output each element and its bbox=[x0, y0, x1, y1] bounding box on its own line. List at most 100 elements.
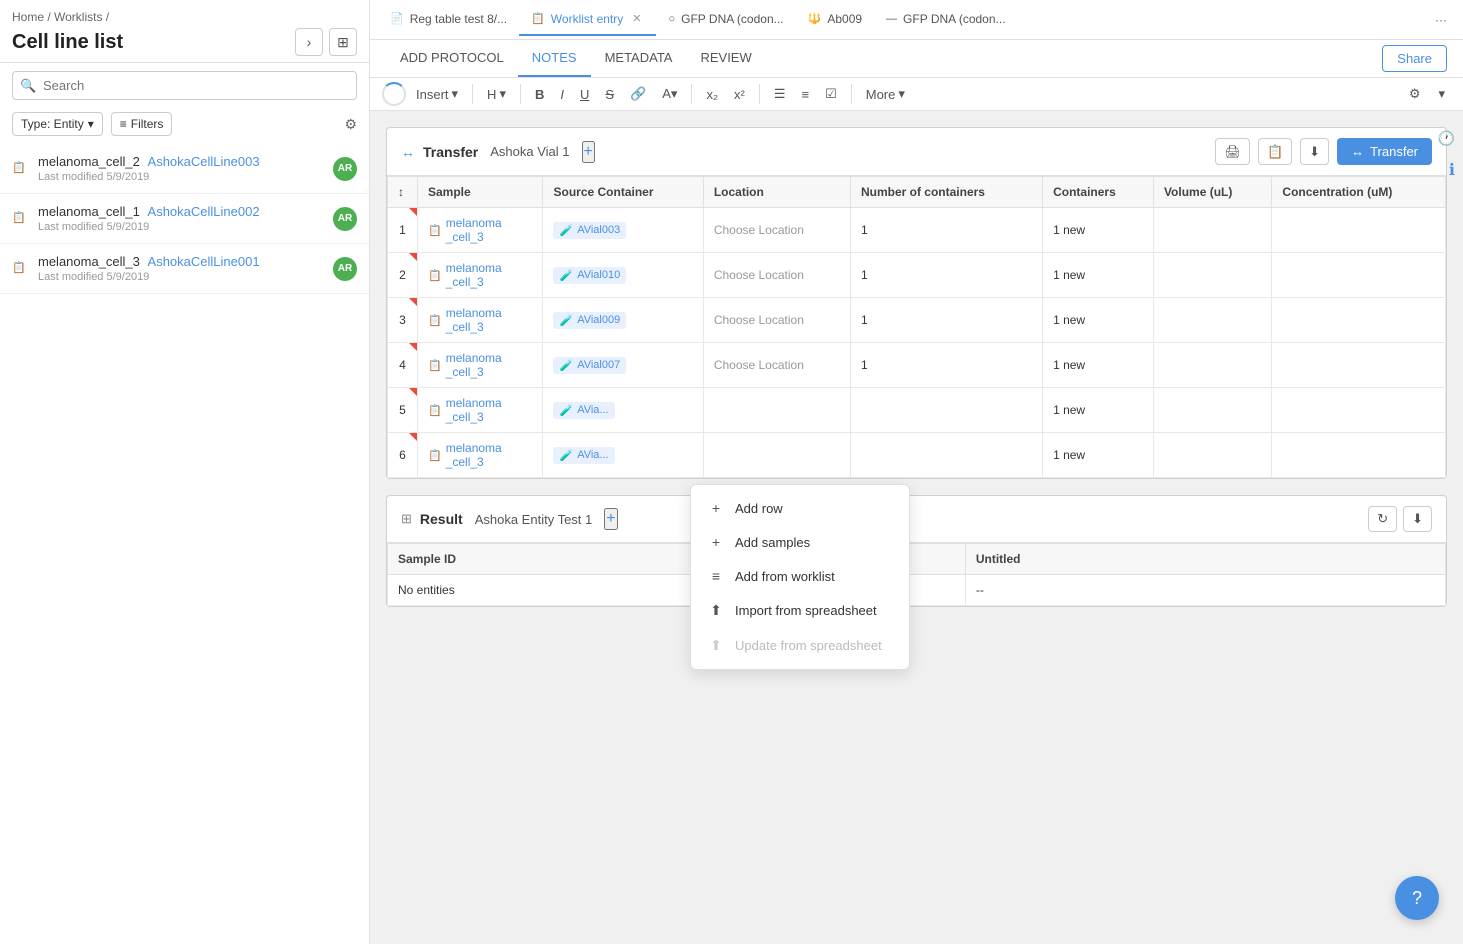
location-cell[interactable]: Choose Location bbox=[703, 208, 850, 253]
font-color-button[interactable]: A▾ bbox=[656, 82, 683, 106]
divider bbox=[691, 84, 692, 104]
sample-link[interactable]: 📋 melanoma_cell_3 bbox=[428, 306, 532, 334]
add-samples-item[interactable]: + Add samples bbox=[691, 525, 909, 559]
transfer-action-button[interactable]: ↔ Transfer bbox=[1337, 138, 1432, 165]
grid-view-icon[interactable]: ⊞ bbox=[329, 28, 357, 56]
col-concentration: Concentration (uM) bbox=[1272, 177, 1446, 208]
table-row: 2 📋 melanoma_cell_3 🧪 AVial010 bbox=[388, 253, 1446, 298]
row-number: 3 bbox=[388, 298, 418, 343]
list-item[interactable]: 📋 melanoma_cell_1 AshokaCellLine002 Last… bbox=[0, 194, 369, 244]
tab-notes[interactable]: NOTES bbox=[518, 40, 591, 77]
table-row: No entities -- bbox=[388, 575, 1446, 606]
avatar: AR bbox=[333, 157, 357, 181]
tab-ab009[interactable]: 🔱 Ab009 bbox=[796, 4, 874, 36]
add-row-item[interactable]: + Add row bbox=[691, 491, 909, 525]
location-cell[interactable] bbox=[703, 433, 850, 478]
more-tabs-button[interactable]: ··· bbox=[1427, 9, 1455, 31]
concentration-cell bbox=[1272, 253, 1446, 298]
subscript-button[interactable]: x₂ bbox=[700, 83, 724, 106]
tab-gfp-dna-1[interactable]: ○ GFP DNA (codon... bbox=[656, 4, 795, 36]
list-item[interactable]: 📋 melanoma_cell_2 AshokaCellLine003 Last… bbox=[0, 144, 369, 194]
refresh-button[interactable]: ↻ bbox=[1368, 506, 1397, 532]
result-actions: ↻ ⬇ bbox=[1368, 506, 1432, 532]
clock-icon[interactable]: 🕐 bbox=[1438, 130, 1455, 147]
checklist-button[interactable]: ☑ bbox=[819, 82, 843, 106]
italic-button[interactable]: I bbox=[554, 83, 570, 106]
type-filter-button[interactable]: Type: Entity ▾ bbox=[12, 112, 103, 136]
tab-gfp-dna-2[interactable]: — GFP DNA (codon... bbox=[874, 4, 1018, 36]
volume-cell bbox=[1153, 343, 1271, 388]
share-button[interactable]: Share bbox=[1382, 45, 1447, 72]
location-cell[interactable] bbox=[703, 388, 850, 433]
heading-button[interactable]: H ▾ bbox=[481, 82, 512, 106]
insert-button[interactable]: Insert ▾ bbox=[410, 82, 464, 106]
result-download-button[interactable]: ⬇ bbox=[1403, 506, 1432, 532]
sample-link[interactable]: 📋 melanoma_cell_3 bbox=[428, 396, 532, 424]
vial-icon: 🧪 bbox=[559, 359, 573, 372]
source-tag[interactable]: 🧪 AVia... bbox=[553, 447, 614, 464]
num-containers-cell: 1 bbox=[850, 343, 1042, 388]
sample-link[interactable]: 📋 melanoma_cell_3 bbox=[428, 261, 532, 289]
superscript-button[interactable]: x² bbox=[728, 83, 751, 106]
location-cell[interactable]: Choose Location bbox=[703, 253, 850, 298]
tab-worklist-entry[interactable]: 📋 Worklist entry ✕ bbox=[519, 3, 656, 36]
location-cell[interactable]: Choose Location bbox=[703, 343, 850, 388]
link-button[interactable]: 🔗 bbox=[624, 82, 652, 106]
untitled-cell: -- bbox=[965, 575, 1445, 606]
location-cell[interactable]: Choose Location bbox=[703, 298, 850, 343]
sample-icon: 📋 bbox=[428, 359, 442, 372]
avatar: AR bbox=[333, 257, 357, 281]
containers-cell: 1 new bbox=[1043, 298, 1154, 343]
entity-info: melanoma_cell_2 AshokaCellLine003 Last m… bbox=[38, 154, 333, 183]
divider bbox=[520, 84, 521, 104]
add-from-worklist-item[interactable]: ≡ Add from worklist bbox=[691, 559, 909, 593]
divider bbox=[759, 84, 760, 104]
source-tag[interactable]: 🧪 AVial010 bbox=[553, 267, 626, 284]
update-spreadsheet-item: ⬆ Update from spreadsheet bbox=[691, 628, 909, 663]
tab-metadata[interactable]: METADATA bbox=[591, 40, 687, 77]
vial-icon: 🧪 bbox=[559, 224, 573, 237]
transfer-actions: 🖨 📋 ⬇ ↔ Transfer bbox=[1215, 138, 1432, 165]
sample-link[interactable]: 📋 melanoma_cell_3 bbox=[428, 441, 532, 469]
bold-button[interactable]: B bbox=[529, 83, 550, 106]
settings-filter-icon[interactable]: ⚙ bbox=[344, 116, 357, 133]
sample-link[interactable]: 📋 melanoma_cell_3 bbox=[428, 351, 532, 379]
dropdown-arrow-icon: ▾ bbox=[898, 86, 905, 102]
import-spreadsheet-item[interactable]: ⬆ Import from spreadsheet bbox=[691, 593, 909, 628]
bullet-list-button[interactable]: ☰ bbox=[768, 82, 792, 106]
download-button[interactable]: ⬇ bbox=[1300, 138, 1329, 165]
expand-icon[interactable]: › bbox=[295, 28, 323, 56]
help-fab-button[interactable]: ? bbox=[1395, 876, 1439, 920]
tab-review[interactable]: REVIEW bbox=[686, 40, 765, 77]
list-item[interactable]: 📋 melanoma_cell_3 AshokaCellLine001 Last… bbox=[0, 244, 369, 294]
settings-button[interactable]: ⚙ bbox=[1403, 82, 1427, 106]
print-button[interactable]: 🖨 bbox=[1215, 138, 1250, 165]
tab-add-protocol[interactable]: ADD PROTOCOL bbox=[386, 40, 518, 77]
vial-icon: 🧪 bbox=[559, 314, 573, 327]
result-icon: ⊞ bbox=[401, 511, 412, 527]
source-tag[interactable]: 🧪 AVia... bbox=[553, 402, 614, 419]
source-tag[interactable]: 🧪 AVial009 bbox=[553, 312, 626, 329]
col-source-container: Source Container bbox=[543, 177, 703, 208]
more-button[interactable]: More ▾ bbox=[860, 82, 911, 106]
search-input[interactable] bbox=[12, 71, 357, 100]
settings-more-button[interactable]: ▾ bbox=[1432, 82, 1451, 106]
result-add-button[interactable]: + bbox=[604, 508, 617, 530]
info-icon[interactable]: ℹ bbox=[1449, 160, 1455, 180]
sample-link[interactable]: 📋 melanoma_cell_3 bbox=[428, 216, 532, 244]
copy-button[interactable]: 📋 bbox=[1258, 138, 1292, 165]
entity-list: 📋 melanoma_cell_2 AshokaCellLine003 Last… bbox=[0, 144, 369, 944]
source-tag[interactable]: 🧪 AVial003 bbox=[553, 222, 626, 239]
tab-reg-table[interactable]: 📄 Reg table test 8/... bbox=[378, 4, 519, 36]
ordered-list-button[interactable]: ≡ bbox=[795, 83, 815, 106]
filters-button[interactable]: ≡ Filters bbox=[111, 112, 173, 136]
strikethrough-button[interactable]: S bbox=[599, 83, 620, 106]
source-container-cell: 🧪 AVial009 bbox=[543, 298, 703, 343]
transfer-add-button[interactable]: + bbox=[582, 141, 595, 163]
sample-cell: 📋 melanoma_cell_3 bbox=[418, 433, 543, 478]
source-tag[interactable]: 🧪 AVial007 bbox=[553, 357, 626, 374]
containers-cell: 1 new bbox=[1043, 388, 1154, 433]
underline-button[interactable]: U bbox=[574, 83, 595, 106]
sample-icon: 📋 bbox=[428, 269, 442, 282]
tab-close-icon[interactable]: ✕ bbox=[629, 11, 644, 26]
